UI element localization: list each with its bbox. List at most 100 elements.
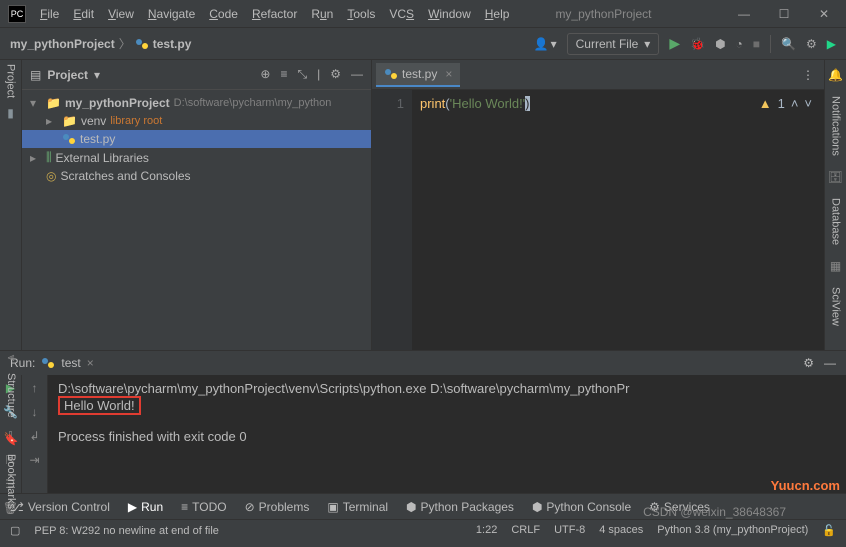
python-file-icon [135,37,149,51]
coverage-button[interactable]: ⬢ [715,37,725,51]
structure-icon[interactable]: ⫷ [8,350,15,365]
lock-icon[interactable]: 🔓 [822,524,836,537]
database-icon[interactable]: 🗄 [828,170,843,184]
menu-refactor[interactable]: Refactor [246,5,303,23]
python-file-icon [384,67,398,81]
close-icon[interactable]: × [87,356,94,370]
bookmarks-icon[interactable]: 🔖 [4,432,19,446]
status-python[interactable]: Python 3.8 (my_pythonProject) [657,524,808,537]
project-tool-tab[interactable]: Project [5,64,17,98]
menu-code[interactable]: Code [203,5,244,23]
minimize-button[interactable]: — [730,5,758,23]
stop-button[interactable]: ■ [753,37,760,51]
editor-inspection-status[interactable]: ▲ 1 ˄ ˅ [759,96,812,111]
tab-todo[interactable]: ≡TODO [181,500,226,514]
sciview-tab[interactable]: SciView [830,287,842,326]
down-arrow-icon[interactable]: ↓ [32,405,38,419]
title-bar: PC File Edit View Navigate Code Refactor… [0,0,846,28]
tree-root[interactable]: ▾ 📁 my_pythonProject D:\software\pycharm… [22,94,371,112]
menu-file[interactable]: File [34,5,65,23]
tab-python-packages[interactable]: ⬢Python Packages [406,500,514,514]
notifications-tab[interactable]: Notifications [830,96,842,156]
code-area[interactable]: print('Hello World!') [412,90,824,350]
tab-problems[interactable]: ⊘Problems [245,500,310,514]
menu-run[interactable]: Run [305,5,339,23]
sciview-icon[interactable]: ▦ [830,259,841,273]
close-icon[interactable]: × [445,67,452,81]
tree-file-testpy[interactable]: test.py [22,130,371,148]
tab-version-control[interactable]: ⎇Version Control [10,500,110,514]
breadcrumb-file[interactable]: test.py [153,37,192,51]
status-indent[interactable]: 4 spaces [599,524,643,537]
menu-edit[interactable]: Edit [67,5,100,23]
project-folder-icon[interactable]: ▮ [7,106,14,120]
libraries-icon: ⫼ [46,150,52,165]
expand-icon[interactable]: ≡ [280,67,287,82]
run-config-select[interactable]: Current File ▾ [567,33,660,55]
project-panel-tools: ⊕ ≡ ⤡ | ⚙ — [260,67,363,82]
menu-view[interactable]: View [102,5,140,23]
tree-venv[interactable]: ▸ 📁 venv library root [22,112,371,130]
run-header-tools: ⚙ — [803,356,836,370]
separator [770,35,771,53]
chevron-down-icon[interactable]: ▾ [94,68,100,82]
run-config-name[interactable]: test [61,356,80,370]
status-caret-pos[interactable]: 1:22 [476,524,497,537]
tab-run[interactable]: ▶Run [128,500,163,514]
tab-terminal[interactable]: ▣Terminal [327,500,388,514]
tree-venv-name: venv [81,114,106,128]
tab-python-console[interactable]: ⬢Python Console [532,500,631,514]
notifications-icon[interactable]: 🔔 [828,68,843,82]
debug-button[interactable]: 🐞 [690,37,705,51]
menu-window[interactable]: Window [422,5,477,23]
run-button[interactable]: ▶ [669,35,680,52]
editor-content[interactable]: 1 print('Hello World!') ▲ 1 ˄ ˅ [372,90,824,350]
tree-root-name: my_pythonProject [65,96,170,110]
editor-tab-menu[interactable]: ⋮ [802,68,824,82]
ide-features-button[interactable]: ▶ [827,37,836,51]
gear-icon[interactable]: ⚙ [803,356,814,370]
user-button[interactable]: 👤▾ [534,37,557,51]
down-arrow-icon[interactable]: ˅ [804,96,812,111]
close-button[interactable]: ✕ [810,5,838,23]
arrow-right-icon: ▸ [46,114,58,128]
soft-wrap-icon[interactable]: ↲ [29,429,39,443]
structure-tab[interactable]: Structure [5,373,17,418]
gear-icon[interactable]: ⚙ [330,67,341,82]
status-bar-icon[interactable]: ▢ [10,524,20,537]
tree-scratches[interactable]: ◎ Scratches and Consoles [22,167,371,185]
breadcrumb-project[interactable]: my_pythonProject [10,37,115,51]
database-tab[interactable]: Database [830,198,842,245]
collapse-icon[interactable]: ⤡ [298,67,308,82]
editor-tab-testpy[interactable]: test.py × [376,63,460,87]
status-encoding[interactable]: UTF-8 [554,524,585,537]
menu-help[interactable]: Help [479,5,516,23]
project-panel-header: ▤ Project ▾ ⊕ ≡ ⤡ | ⚙ — [22,60,371,90]
up-arrow-icon[interactable]: ↑ [32,381,38,395]
tree-root-path: D:\software\pycharm\my_python [174,97,332,109]
profile-button[interactable]: ◔ [736,37,743,51]
search-button[interactable]: 🔍 [781,37,796,51]
console-icon: ⬢ [532,500,542,514]
menu-bar: File Edit View Navigate Code Refactor Ru… [34,5,515,23]
scroll-icon[interactable]: ⇥ [29,453,39,467]
maximize-button[interactable]: ☐ [770,5,798,23]
up-arrow-icon[interactable]: ˄ [791,96,799,111]
locate-icon[interactable]: ⊕ [260,67,270,82]
folder-icon: 📁 [62,114,77,128]
hide-icon[interactable]: — [824,356,836,370]
menu-vcs[interactable]: VCS [383,5,420,23]
tree-external-libraries[interactable]: ▸ ⫼ External Libraries [22,148,371,167]
console-output[interactable]: D:\software\pycharm\my_pythonProject\ven… [48,375,846,493]
menu-tools[interactable]: Tools [341,5,381,23]
app-icon: PC [8,5,26,23]
hide-icon[interactable]: — [351,67,363,82]
editor-gutter: 1 [372,90,412,350]
bookmarks-tab[interactable]: Bookmarks [5,454,17,509]
settings-button[interactable]: ⚙ [806,37,817,51]
left-lower-tabs: ⫷ Structure 🔖 Bookmarks [0,350,22,509]
menu-navigate[interactable]: Navigate [142,5,201,23]
right-tool-gutter: 🔔 Notifications 🗄 Database ▦ SciView [824,60,846,350]
status-line-sep[interactable]: CRLF [511,524,540,537]
editor-tabs: test.py × ⋮ [372,60,824,90]
